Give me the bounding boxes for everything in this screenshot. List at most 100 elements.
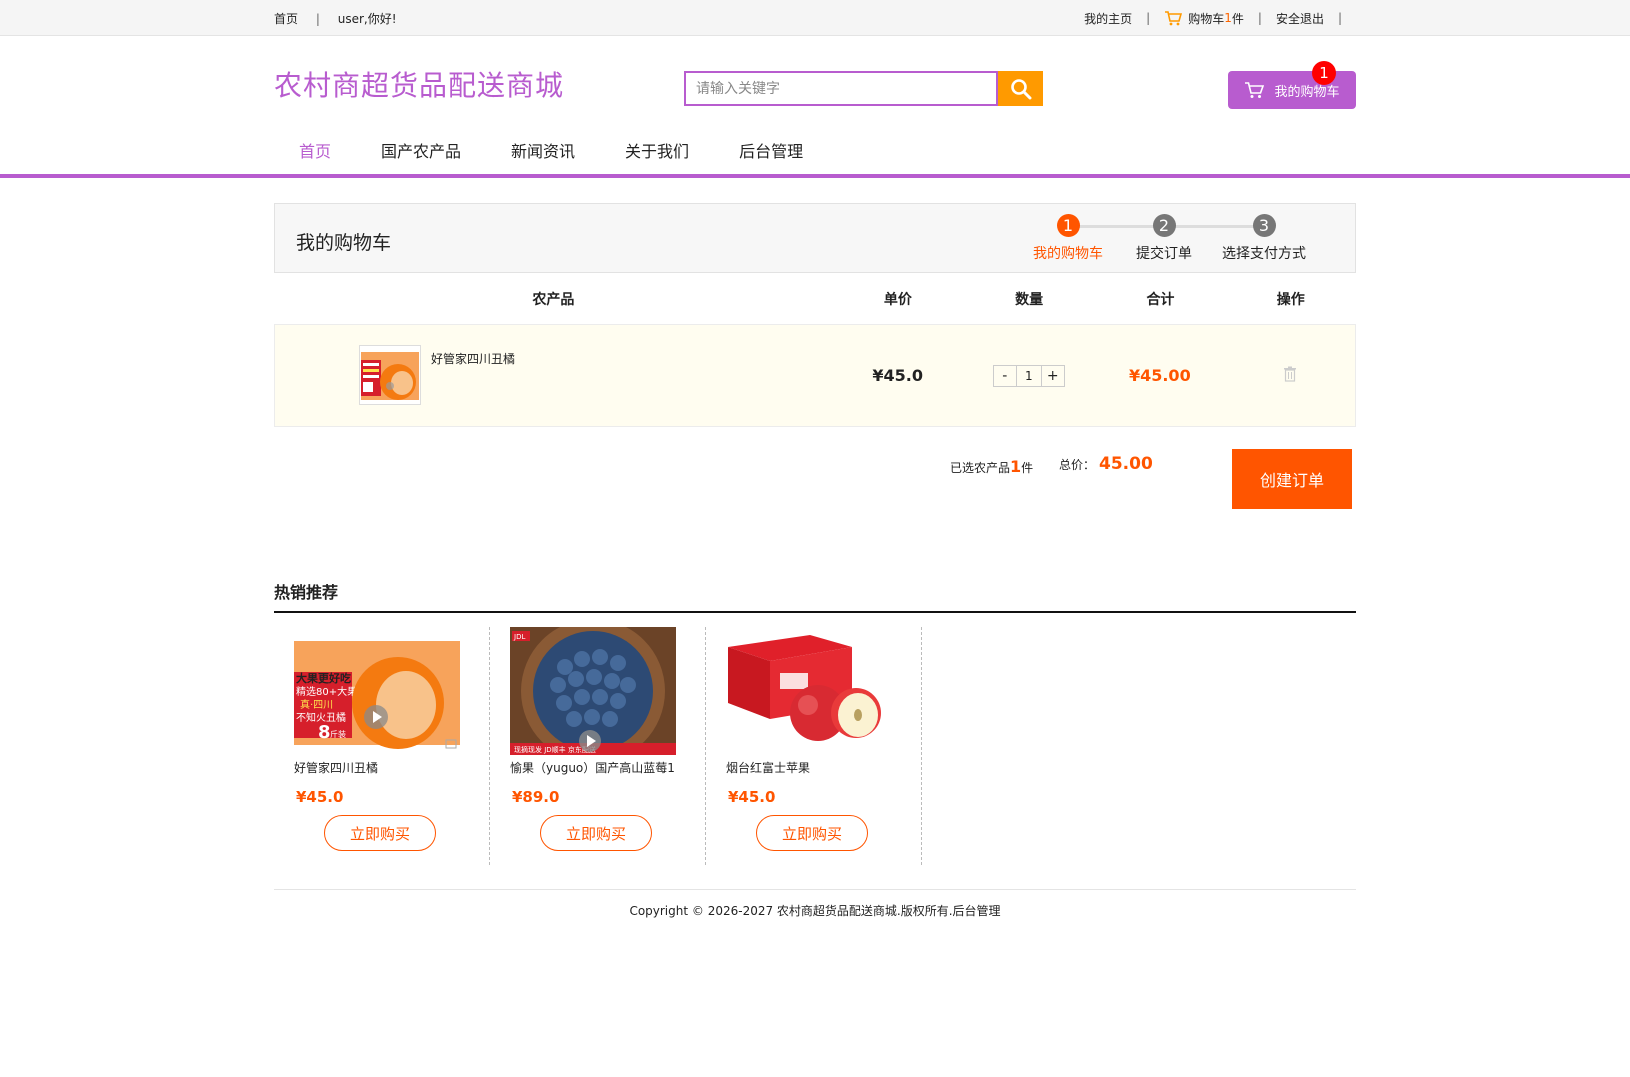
hot-product-price: ¥45.0 (728, 788, 776, 806)
hot-product-price: ¥89.0 (512, 788, 560, 806)
hot-product-image[interactable]: 大果更好吃 精选80+大果 真·四川 不知火丑橘 8 斤装 (294, 627, 460, 755)
top-separator: | (1257, 11, 1262, 25)
step-number: 2 (1152, 214, 1176, 237)
orange-banner-text: 真·四川 (300, 698, 333, 711)
cart-count-badge: 1 (1312, 61, 1336, 85)
page-title: 我的购物车 (296, 232, 392, 254)
col-product: 农产品 (532, 291, 575, 308)
search-icon (1010, 78, 1031, 99)
quantity-input[interactable]: 1 (1015, 365, 1042, 386)
search-bar (684, 71, 1043, 106)
orange-banner-text: 大果更好吃 (296, 671, 351, 685)
cart-row-price: ¥45.0 (872, 366, 924, 385)
cart-summary: 已选农产品1件 总价： 45.00 创建订单 (274, 427, 1356, 577)
hot-product-card: 大果更好吃 精选80+大果 真·四川 不知火丑橘 8 斤装 好管家四川丑橘 ¥4… (274, 627, 490, 865)
top-cart-link[interactable]: 购物车 1 件 (1164, 10, 1244, 27)
main-content: 我的购物车 1 我的购物车 2 提交订单 3 选择支付方式 农产品 单价 数量 … (274, 203, 1356, 919)
hot-product-card: 烟台红富士苹果 ¥45.0 立即购买 (706, 627, 922, 865)
top-home-link[interactable]: 首页 (274, 12, 298, 26)
top-separator: | (1337, 11, 1342, 25)
logout-link[interactable]: 安全退出 (1276, 10, 1324, 27)
hot-product-image[interactable] (726, 627, 892, 755)
hot-section-title: 热销推荐 (274, 579, 1356, 613)
step-number: 1 (1056, 214, 1080, 237)
cart-row-quantity: - 1 + (963, 364, 1095, 387)
quantity-increase-button[interactable]: + (1042, 366, 1064, 386)
orange-banner-text: 精选80+大果 (296, 685, 357, 698)
nav-item-products[interactable]: 国产农产品 (381, 138, 461, 162)
hot-product-name[interactable]: 烟台红富士苹果 (726, 759, 896, 776)
user-greeting: user,你好! (337, 11, 397, 26)
product-thumbnail[interactable] (359, 345, 421, 405)
selected-count: 已选农产品1件 (950, 457, 1033, 476)
cart-row: 好管家四川丑橘 ¥45.0 - 1 + ¥45.00 (274, 324, 1356, 427)
selected-suffix: 件 (1021, 461, 1034, 475)
main-nav: 首页 国产农产品 新闻资讯 关于我们 后台管理 (0, 126, 1630, 178)
top-bar-left: 首页 | user,你好! (274, 10, 397, 27)
step-payment: 3 选择支付方式 (1214, 214, 1314, 263)
quantity-decrease-button[interactable]: - (994, 366, 1016, 386)
my-home-link[interactable]: 我的主页 (1084, 10, 1132, 27)
total-label: 总价： (1059, 458, 1096, 472)
nav-item-about[interactable]: 关于我们 (625, 138, 689, 162)
total-value: 45.00 (1099, 454, 1153, 474)
top-cart-label: 购物车 (1188, 11, 1225, 26)
buy-now-button[interactable]: 立即购买 (756, 815, 868, 851)
nav-item-home[interactable]: 首页 (299, 138, 331, 162)
blueberry-product-image: JDL 现摘现发 JD顺丰 京东配送 (510, 627, 676, 755)
create-order-button[interactable]: 创建订单 (1232, 449, 1352, 509)
col-price: 单价 (883, 291, 912, 308)
blueberry-brand-text: JDL (513, 633, 525, 641)
cart-table-header: 农产品 单价 数量 合计 操作 (274, 273, 1356, 324)
step-label: 提交订单 (1136, 246, 1192, 262)
col-action: 操作 (1276, 291, 1305, 308)
checkout-steps: 1 我的购物车 2 提交订单 3 选择支付方式 (1030, 214, 1320, 264)
cart-icon (1245, 82, 1265, 98)
step-label: 选择支付方式 (1222, 246, 1306, 262)
trash-icon[interactable] (1283, 366, 1297, 382)
nav-item-news[interactable]: 新闻资讯 (511, 138, 575, 162)
hot-product-list: 大果更好吃 精选80+大果 真·四川 不知火丑橘 8 斤装 好管家四川丑橘 ¥4… (274, 613, 1356, 865)
search-input[interactable] (684, 71, 998, 106)
hot-product-name[interactable]: 愉果（yuguo）国产高山蓝莓1 (510, 759, 680, 776)
top-cart-count: 1 (1224, 11, 1232, 25)
apple-product-image (726, 627, 892, 755)
footer: Copyright © 2026-2027 农村商超货品配送商城.版权所有.后台… (274, 889, 1356, 919)
header: 农村商超货品配送商城 我的购物车 1 (0, 36, 1630, 126)
top-bar-right: 我的主页 | 购物车 1 件 | 安全退出 | (1084, 10, 1356, 27)
cart-icon (1165, 11, 1183, 26)
orange-weight-unit: 斤装 (330, 729, 346, 739)
col-quantity: 数量 (1015, 291, 1044, 308)
hot-product-image[interactable]: JDL 现摘现发 JD顺丰 京东配送 (510, 627, 676, 755)
orange-weight-text: 8 (318, 722, 331, 743)
cart-header: 我的购物车 1 我的购物车 2 提交订单 3 选择支付方式 (274, 203, 1356, 273)
hot-product-card: JDL 现摘现发 JD顺丰 京东配送 愉果（yuguo）国产高山蓝莓1 ¥89.… (490, 627, 706, 865)
top-separator: | (315, 11, 320, 26)
step-number: 3 (1252, 214, 1276, 237)
search-button[interactable] (998, 71, 1043, 106)
cart-row-action (1225, 366, 1355, 385)
copyright-text: Copyright © 2026-2027 农村商超货品配送商城.版权所有.后台… (629, 904, 1001, 918)
product-name[interactable]: 好管家四川丑橘 (431, 350, 515, 367)
nav-item-admin[interactable]: 后台管理 (739, 138, 803, 162)
top-separator: | (1146, 11, 1151, 25)
hot-product-name[interactable]: 好管家四川丑橘 (294, 759, 464, 776)
orange-product-image (360, 346, 420, 404)
selected-prefix: 已选农产品 (950, 461, 1011, 475)
col-total: 合计 (1146, 291, 1175, 308)
selected-count-value: 1 (1010, 457, 1022, 476)
my-cart-button[interactable]: 我的购物车 1 (1228, 61, 1356, 109)
cart-row-product: 好管家四川丑橘 (275, 325, 833, 426)
buy-now-button[interactable]: 立即购买 (540, 815, 652, 851)
buy-now-button[interactable]: 立即购买 (324, 815, 436, 851)
hot-product-price: ¥45.0 (296, 788, 344, 806)
top-bar: 首页 | user,你好! 我的主页 | 购物车 1 件 | 安全退出 | (0, 0, 1630, 36)
step-cart: 1 我的购物车 (1018, 214, 1118, 263)
step-submit-order: 2 提交订单 (1114, 214, 1214, 263)
site-logo[interactable]: 农村商超货品配送商城 (274, 64, 564, 104)
total-price: 总价： 45.00 (1059, 454, 1153, 474)
quantity-stepper: - 1 + (992, 364, 1065, 387)
top-cart-unit: 件 (1231, 11, 1244, 26)
cart-row-total: ¥45.00 (1128, 366, 1191, 385)
orange-product-image: 大果更好吃 精选80+大果 真·四川 不知火丑橘 8 斤装 (294, 627, 460, 755)
